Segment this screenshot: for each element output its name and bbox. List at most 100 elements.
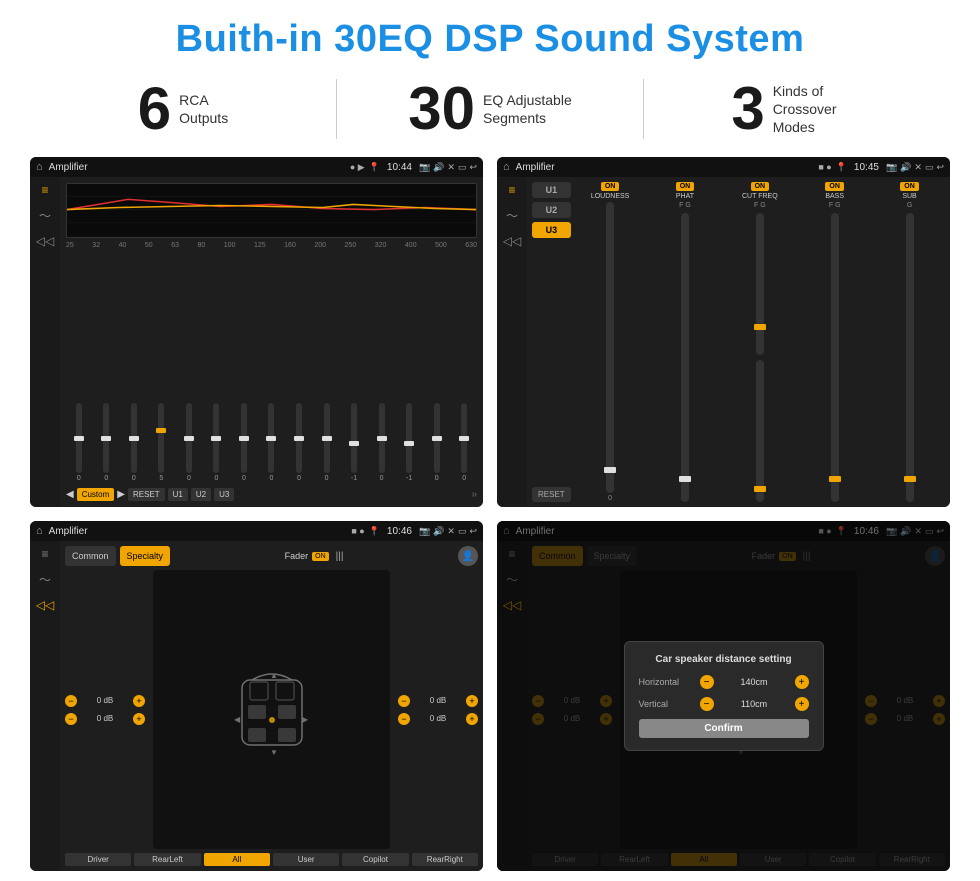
eq-prev-btn[interactable]: ◀ <box>66 489 74 500</box>
eq-sidebar-icon-wave[interactable]: 〜 <box>39 207 51 224</box>
cutfreq-slider-2[interactable] <box>756 360 764 502</box>
speaker-sidebar-wave[interactable]: 〜 <box>39 571 51 588</box>
eq-band-labels: 2532 4050 6380 100125 160200 250320 4005… <box>66 242 477 249</box>
home-icon-2[interactable]: ⌂ <box>503 161 510 173</box>
crossover-left-sidebar: ≡ 〜 ◁◁ <box>497 177 527 507</box>
db-val-tl: 0 dB <box>79 696 131 705</box>
sub-g: G <box>907 202 912 209</box>
sub-slider[interactable] <box>906 213 914 502</box>
eq-next-btn[interactable]: ▶ <box>117 489 125 500</box>
horizontal-value: 140cm <box>718 677 791 687</box>
eq-reset-btn[interactable]: RESET <box>128 488 165 501</box>
amp-u2-btn[interactable]: U2 <box>532 202 571 218</box>
db-minus-bl[interactable]: − <box>65 713 77 725</box>
eq-screen: ⌂ Amplifier ● ▶ 📍 10:44 📷 🔊 ✕ ▭ ↩ ≡ 〜 ◁◁ <box>30 157 483 507</box>
x-icon-3: ✕ <box>447 526 455 537</box>
horizontal-minus-btn[interactable]: − <box>700 675 714 689</box>
status-icons-1: 📍 10:44 📷 🔊 ✕ ▭ ↩ <box>369 162 477 173</box>
db-plus-br[interactable]: + <box>466 713 478 725</box>
home-icon-1[interactable]: ⌂ <box>36 161 43 173</box>
volume-icon-2: 🔊 <box>900 162 911 173</box>
speaker-sidebar-speaker[interactable]: ◁◁ <box>36 598 54 612</box>
eq-main-content: 2532 4050 6380 100125 160200 250320 4005… <box>60 177 483 507</box>
page-title: Buith-in 30EQ DSP Sound System <box>176 18 805 61</box>
eq-u1-btn[interactable]: U1 <box>168 488 188 501</box>
loudness-on-btn[interactable]: ON <box>601 182 620 191</box>
eq-u2-btn[interactable]: U2 <box>191 488 211 501</box>
db-minus-tl[interactable]: − <box>65 695 77 707</box>
svg-text:▲: ▲ <box>270 671 278 680</box>
channel-sub: ON SUB G <box>874 182 945 502</box>
loudness-slider[interactable] <box>606 202 614 493</box>
common-tab-3[interactable]: Common <box>65 546 116 566</box>
volume-icon-1: 🔊 <box>433 162 444 173</box>
eq-sidebar-icon-eq[interactable]: ≡ <box>41 183 48 197</box>
bass-on-btn[interactable]: ON <box>825 182 844 191</box>
db-minus-br[interactable]: − <box>398 713 410 725</box>
eq-screen-content: ≡ 〜 ◁◁ <box>30 177 483 507</box>
db-plus-tl[interactable]: + <box>133 695 145 707</box>
confirm-button[interactable]: Confirm <box>639 719 809 738</box>
eq-graph <box>66 183 477 238</box>
driver-btn[interactable]: Driver <box>65 853 131 866</box>
crossover-sidebar-speaker[interactable]: ◁◁ <box>503 234 521 248</box>
status-icons-2: 📍 10:45 📷 🔊 ✕ ▭ ↩ <box>836 162 944 173</box>
stat-crossover: 3 Kinds of Crossover Modes <box>644 79 950 139</box>
horizontal-plus-btn[interactable]: + <box>795 675 809 689</box>
db-plus-bl[interactable]: + <box>133 713 145 725</box>
profile-icon-3[interactable]: 👤 <box>458 546 478 566</box>
specialty-tab-3[interactable]: Specialty <box>120 546 171 566</box>
stat-number-rca: 6 <box>138 79 171 139</box>
eq-sidebar-icon-speaker[interactable]: ◁◁ <box>36 234 54 248</box>
bass-slider[interactable] <box>831 213 839 502</box>
fader-sliders: ||| <box>336 551 344 562</box>
user-btn[interactable]: User <box>273 853 339 866</box>
crossover-sidebar-eq[interactable]: ≡ <box>508 183 515 197</box>
status-icons-3: 📍 10:46 📷 🔊 ✕ ▭ ↩ <box>369 526 477 537</box>
battery-icon-2: ▭ <box>925 162 934 173</box>
camera-icon-1: 📷 <box>419 162 430 173</box>
vertical-plus-btn[interactable]: + <box>795 697 809 711</box>
stats-row: 6 RCA Outputs 30 EQ Adjustable Segments … <box>30 79 950 139</box>
amp-reset-btn[interactable]: RESET <box>532 487 571 502</box>
db-plus-tr[interactable]: + <box>466 695 478 707</box>
vertical-minus-btn[interactable]: − <box>700 697 714 711</box>
eq-custom-btn[interactable]: Custom <box>77 488 115 501</box>
copilot-btn[interactable]: Copilot <box>342 853 408 866</box>
sub-on-btn[interactable]: ON <box>900 182 919 191</box>
stat-label-rca: RCA Outputs <box>179 91 228 127</box>
cutfreq-on-btn[interactable]: ON <box>751 182 770 191</box>
cutfreq-slider-1[interactable] <box>756 213 764 355</box>
back-icon-1[interactable]: ↩ <box>469 162 477 173</box>
amp-presets: U1 U2 U3 RESET <box>532 182 571 502</box>
sub-label: SUB <box>902 193 916 200</box>
stat-rca: 6 RCA Outputs <box>30 79 336 139</box>
rearleft-btn[interactable]: RearLeft <box>134 853 200 866</box>
back-icon-3[interactable]: ↩ <box>469 526 477 537</box>
phat-fg: F G <box>679 202 691 209</box>
x-icon-1: ✕ <box>447 162 455 173</box>
home-icon-3[interactable]: ⌂ <box>36 525 43 537</box>
phat-on-btn[interactable]: ON <box>676 182 695 191</box>
speaker-left-controls: − 0 dB + − 0 dB + <box>65 570 145 849</box>
speaker-sidebar-eq[interactable]: ≡ <box>41 547 48 561</box>
dialog-overlay: Car speaker distance setting Horizontal … <box>497 521 950 871</box>
db-minus-tr[interactable]: − <box>398 695 410 707</box>
location-icon-3: 📍 <box>369 526 380 537</box>
eq-more-btn[interactable]: » <box>471 489 477 500</box>
all-btn[interactable]: All <box>204 853 270 866</box>
page-wrapper: Buith-in 30EQ DSP Sound System 6 RCA Out… <box>0 0 980 881</box>
crossover-sidebar-wave[interactable]: 〜 <box>506 207 518 224</box>
location-icon-2: 📍 <box>836 162 847 173</box>
amp-channels: ON LOUDNESS 0 ON PHAT F G <box>575 182 945 502</box>
amp-u1-btn[interactable]: U1 <box>532 182 571 198</box>
amp-u3-btn[interactable]: U3 <box>532 222 571 238</box>
eq-u3-btn[interactable]: U3 <box>214 488 234 501</box>
rearright-btn[interactable]: RearRight <box>412 853 478 866</box>
phat-slider[interactable] <box>681 213 689 502</box>
cutfreq-fg: F G <box>754 202 766 209</box>
back-icon-2[interactable]: ↩ <box>936 162 944 173</box>
channel-loudness: ON LOUDNESS 0 <box>575 182 646 502</box>
distance-dialog: Car speaker distance setting Horizontal … <box>624 641 824 751</box>
battery-icon-1: ▭ <box>458 162 467 173</box>
